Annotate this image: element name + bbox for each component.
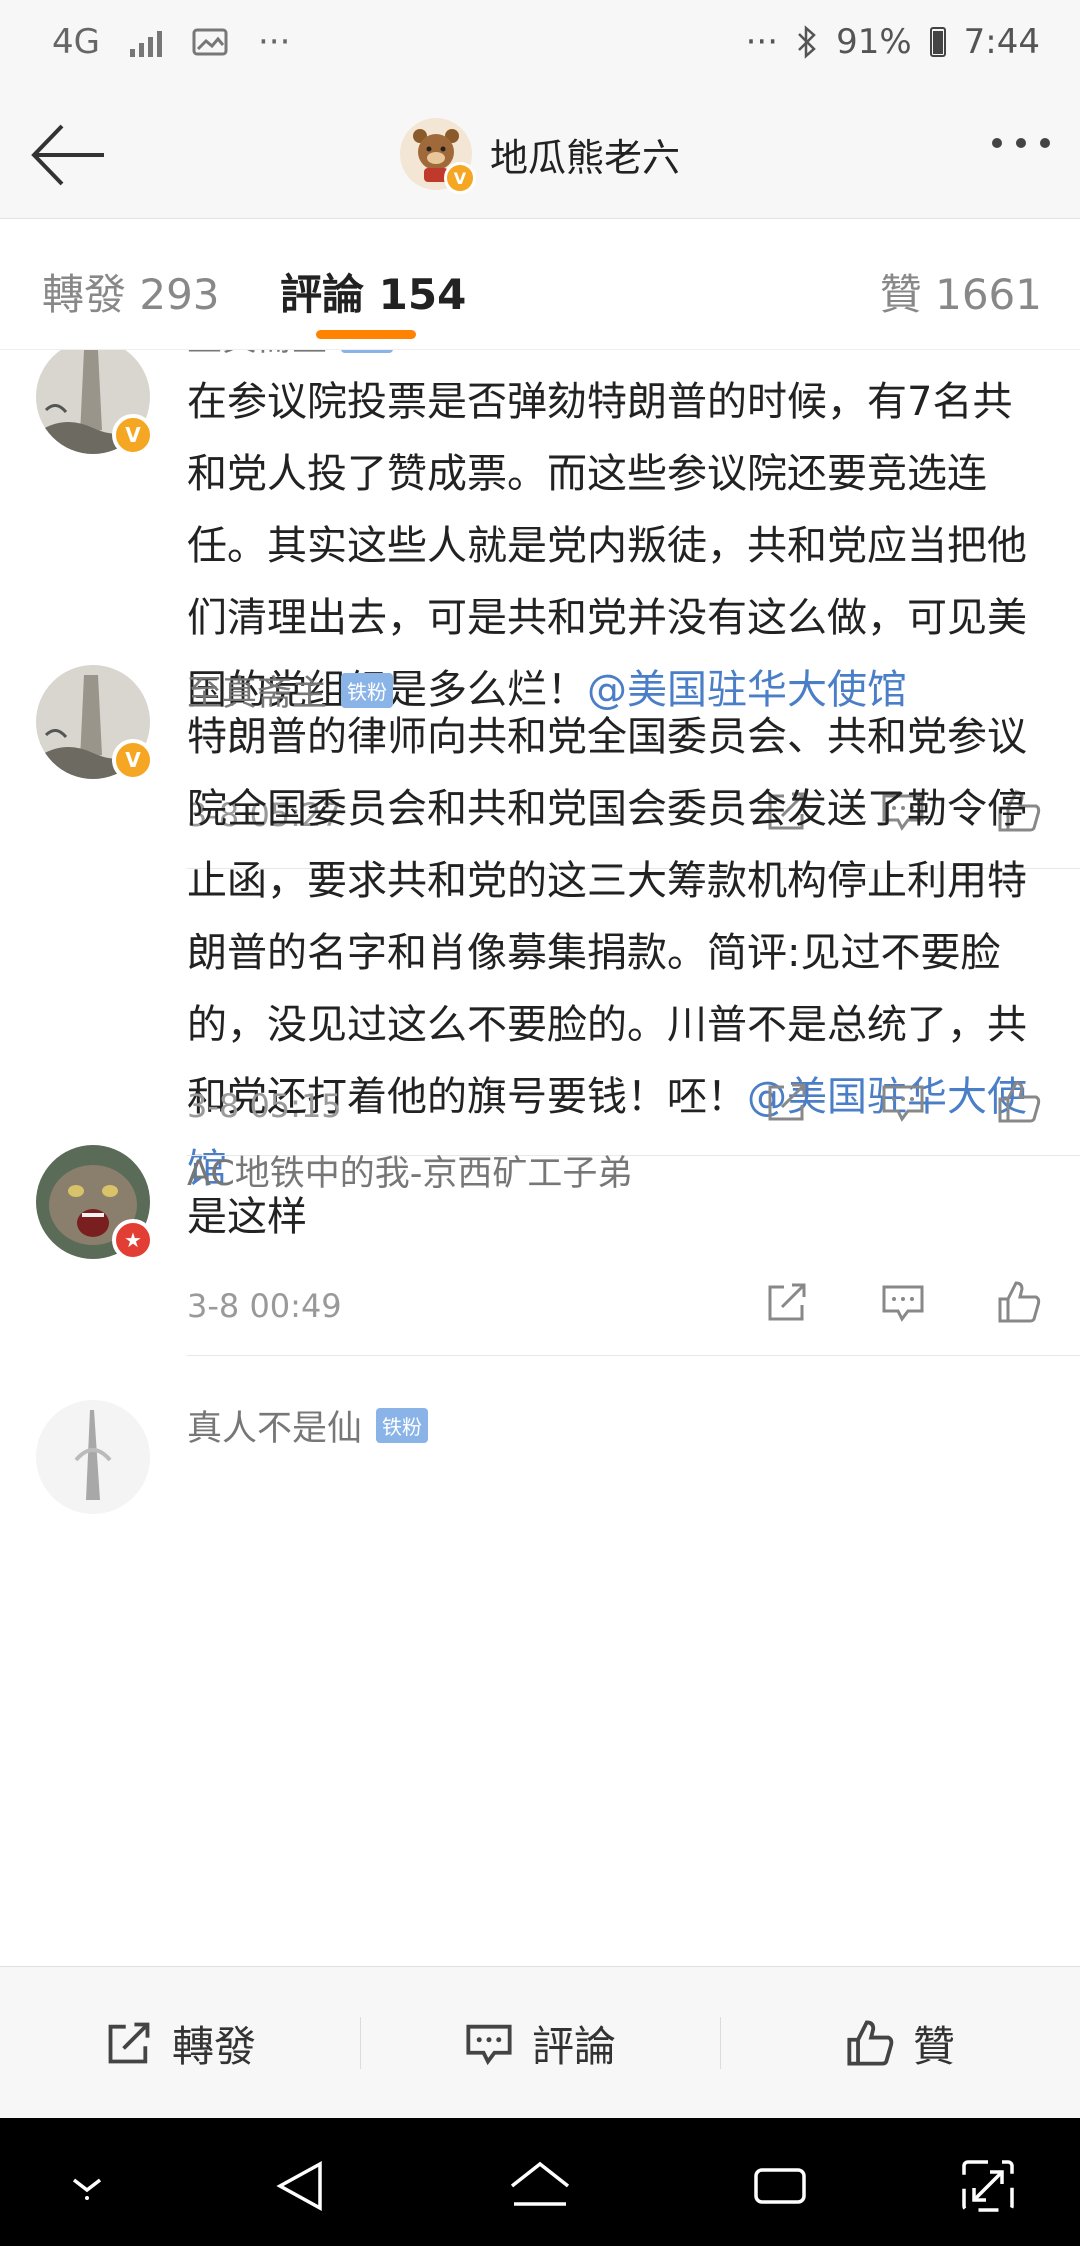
like-button[interactable]: 贊 xyxy=(720,1967,1080,2119)
battery-icon xyxy=(929,27,946,57)
avatar[interactable]: V xyxy=(36,665,154,781)
arrow-left-icon xyxy=(31,124,104,186)
more-notifications: ··· xyxy=(257,22,291,62)
comment-username[interactable]: 真人不是仙 xyxy=(187,1400,362,1451)
avatar[interactable]: ★ xyxy=(36,1145,154,1261)
clock: 7:44 xyxy=(963,22,1040,62)
back-button[interactable] xyxy=(28,120,108,190)
chevron-down-icon[interactable] xyxy=(62,2158,112,2208)
repost-label: 轉發 xyxy=(171,2021,256,2071)
home-icon[interactable] xyxy=(508,2158,572,2214)
verified-badge-icon: V xyxy=(444,162,476,194)
reply-icon[interactable] xyxy=(880,1279,926,1325)
author-info[interactable]: V 地瓜熊老六 xyxy=(400,118,681,194)
share-icon xyxy=(108,2022,150,2064)
comment-username[interactable]: 至真斋主 xyxy=(187,350,327,361)
share-icon[interactable] xyxy=(764,1279,810,1325)
comment-text: 是这样 xyxy=(187,1194,307,1240)
comment-header: 真人不是仙 铁粉 xyxy=(187,1400,429,1451)
author-name: 地瓜熊老六 xyxy=(490,135,681,180)
top-navigation-bar: V 地瓜熊老六 xyxy=(0,90,1080,219)
active-tab-indicator xyxy=(316,330,416,339)
verified-badge-icon: V xyxy=(112,739,154,781)
comment-time: 3-8 05:15 xyxy=(187,1087,342,1125)
tab-bar: 轉發 293 評論 154 贊 1661 xyxy=(0,219,1080,350)
comment-footer: 3-8 05:15 xyxy=(187,1079,1042,1139)
recent-apps-icon[interactable] xyxy=(752,2158,808,2214)
comment-button[interactable]: 評論 xyxy=(360,1967,720,2119)
system-navigation-bar xyxy=(0,2118,1080,2246)
fan-badge: 铁粉 xyxy=(376,1408,429,1443)
like-icon[interactable] xyxy=(996,1279,1042,1325)
comment-time: 3-8 00:49 xyxy=(187,1287,342,1325)
signal-icon xyxy=(129,27,162,57)
bluetooth-icon xyxy=(798,25,816,59)
expand-icon[interactable] xyxy=(960,2158,1016,2214)
avatar[interactable]: V xyxy=(36,350,154,456)
back-triangle-icon[interactable] xyxy=(272,2158,328,2214)
image-icon xyxy=(192,28,228,56)
repost-button[interactable]: 轉發 xyxy=(0,1967,360,2119)
tab-comment[interactable]: 評論 154 xyxy=(280,261,466,322)
divider xyxy=(187,1355,1080,1356)
comment-footer: 3-8 00:49 xyxy=(187,1279,1042,1339)
author-avatar[interactable]: V xyxy=(400,118,476,194)
bottom-action-bar: 轉發 評論 贊 xyxy=(0,1966,1080,2119)
thumbs-up-icon xyxy=(847,2020,894,2066)
more-status: ··· xyxy=(745,22,779,62)
status-bar: 4G ··· ··· 91% 7:44 xyxy=(0,0,1080,90)
network-indicator: 4G xyxy=(52,22,100,62)
comment-icon xyxy=(466,2024,512,2066)
share-icon[interactable] xyxy=(764,1079,810,1125)
battery-percent: 91% xyxy=(836,22,912,62)
comment-label: 評論 xyxy=(531,2021,616,2071)
more-options-button[interactable] xyxy=(992,138,1050,148)
avatar[interactable] xyxy=(36,1400,150,1514)
verified-badge-icon: V xyxy=(112,414,154,456)
tab-like[interactable]: 贊 1661 xyxy=(880,261,1042,322)
like-label: 贊 xyxy=(912,2021,955,2071)
star-badge-icon: ★ xyxy=(112,1219,154,1261)
comment-list[interactable]: V 至真斋主 铁粉 在参议院投票是否弹劾特朗普的时候，有7名共和党人投了赞成票。… xyxy=(0,350,1080,1965)
fan-badge: 铁粉 xyxy=(341,350,394,353)
reply-icon[interactable] xyxy=(880,1079,926,1125)
comment-header: 至真斋主 铁粉 xyxy=(187,350,394,361)
tab-repost[interactable]: 轉發 293 xyxy=(42,261,220,322)
like-icon[interactable] xyxy=(996,1079,1042,1125)
